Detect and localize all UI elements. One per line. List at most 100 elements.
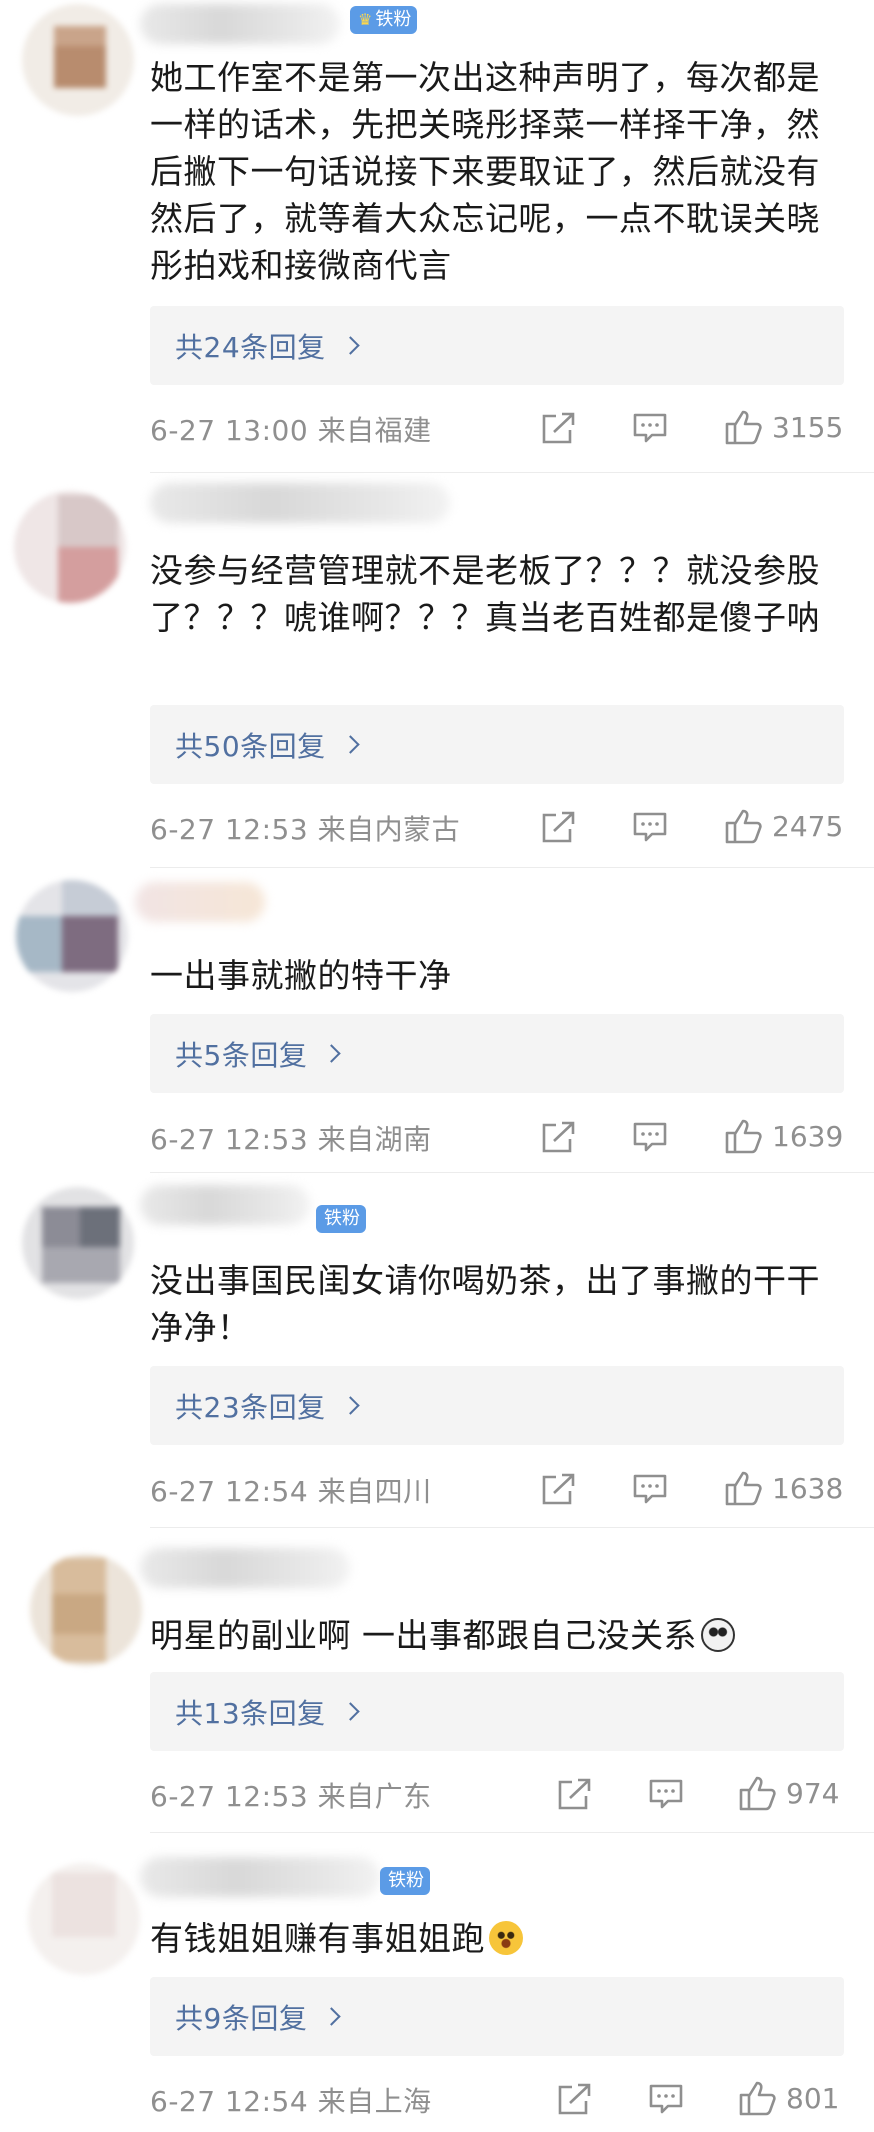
fan-badge: 铁粉 [316,1205,366,1233]
like-button[interactable]: 3155 [724,408,843,446]
view-replies-button[interactable]: 共50条回复 [150,705,844,784]
comment-text: 明星的副业啊 一出事都跟自己没关系 [150,1612,848,1659]
comment-date: 6-27 [150,813,216,846]
shocked-face-emoji [489,1921,523,1955]
share-button[interactable] [540,1472,576,1506]
username-blurred[interactable] [140,4,340,44]
view-replies-button[interactable]: 共13条回复 [150,1672,844,1751]
like-count: 801 [786,2081,840,2115]
reply-count-label: 共23条回复 [175,1390,326,1424]
comment-text: 一出事就撇的特干净 [150,956,452,995]
avatar[interactable] [22,1187,134,1299]
divider [150,1172,874,1173]
avatar[interactable] [30,1554,142,1666]
comment-location: 来自上海 [317,2085,432,2118]
chevron-right-icon [340,336,360,355]
crown-icon: ♛ [358,10,373,29]
username-blurred[interactable] [150,483,450,523]
avatar[interactable] [22,4,134,116]
comment-location: 来自广东 [317,1780,432,1813]
share-icon [558,1778,591,1810]
share-icon [542,412,575,444]
comment-icon [633,812,667,842]
fan-badge: 铁粉 [380,1867,430,1895]
like-button[interactable]: 1638 [724,1469,843,1507]
comment-text-content: 有钱姐姐赚有事姐姐跑 [150,1919,485,1958]
divider [150,472,874,473]
avatar[interactable] [28,1863,140,1975]
like-count: 1638 [772,1471,844,1505]
comment-button[interactable] [632,1473,668,1505]
view-replies-button[interactable]: 共9条回复 [150,1977,844,2056]
comment-date: 6-27 [150,1475,216,1508]
comment-time: 12:54 [224,2085,309,2118]
comment-time: 13:00 [224,414,309,447]
comment-text: 没出事国民闺女请你喝奶茶，出了事撇的干干净净！ [150,1261,820,1347]
username-blurred[interactable] [140,1185,310,1225]
comment-time: 12:53 [224,1123,309,1156]
comment-button[interactable] [632,811,668,843]
panda-face-emoji [701,1618,735,1652]
like-button[interactable]: 974 [738,1774,839,1812]
like-count: 1639 [772,1119,844,1153]
fan-badge-label: 铁粉 [324,1208,360,1229]
comment-item: 铁粉 有钱姐姐赚有事姐姐跑 共9条回复 6-27 12:54 来自上海 801 [0,1835,874,2132]
reply-count-label: 共13条回复 [175,1696,326,1730]
comment-meta: 6-27 12:53 来自广东 [150,1775,432,1815]
view-replies-button[interactable]: 共23条回复 [150,1366,844,1445]
thumbs-up-icon [725,1119,762,1154]
comment-item: 明星的副业啊 一出事都跟自己没关系 共13条回复 6-27 12:53 来自广东… [0,1530,874,1835]
comment-meta: 6-27 12:53 来自内蒙古 [150,808,460,848]
chevron-right-icon [340,1396,360,1415]
divider [150,1832,874,1833]
comment-button[interactable] [632,1121,668,1153]
comment-meta: 6-27 12:54 来自四川 [150,1470,432,1510]
comment-icon [633,1474,667,1504]
divider [150,1527,874,1528]
reply-count-label: 共9条回复 [175,2001,308,2035]
like-button[interactable]: 801 [738,2079,839,2117]
comment-time: 12:53 [224,813,309,846]
chevron-right-icon [322,1044,342,1063]
username-blurred[interactable] [135,882,265,922]
comment-location: 来自福建 [317,414,432,447]
like-button[interactable]: 2475 [724,807,843,845]
view-replies-button[interactable]: 共5条回复 [150,1014,844,1093]
username-blurred[interactable] [140,1857,380,1897]
comment-button[interactable] [632,412,668,444]
view-replies-button[interactable]: 共24条回复 [150,306,844,385]
thumbs-up-icon [725,1471,762,1506]
comment-item: 一出事就撇的特干净 共5条回复 6-27 12:53 来自湖南 1639 [0,870,874,1175]
comment-button[interactable] [648,1778,684,1810]
comment-text: 有钱姐姐赚有事姐姐跑 [150,1915,848,1962]
comment-icon [633,413,667,443]
reply-count-label: 共50条回复 [175,729,326,763]
share-icon [542,1473,575,1505]
comment-text-content: 明星的副业啊 一出事都跟自己没关系 [150,1616,697,1655]
reply-count-label: 共24条回复 [175,330,326,364]
chevron-right-icon [322,2007,342,2026]
like-count: 2475 [772,809,844,843]
share-icon [542,1121,575,1153]
comment-icon [649,2084,683,2114]
share-button[interactable] [556,2082,592,2116]
avatar[interactable] [16,880,128,992]
comment-date: 6-27 [150,1123,216,1156]
divider [150,867,874,868]
comment-button[interactable] [648,2083,684,2115]
comment-time: 12:53 [224,1780,309,1813]
share-button[interactable] [540,1120,576,1154]
comment-item: 没参与经营管理就不是老板了？？？就没参股了？？？唬谁啊？？？真当老百姓都是傻子呐… [0,475,874,870]
fan-badge: ♛ 铁粉 [350,6,418,34]
comment-text: 她工作室不是第一次出这种声明了，每次都是一样的话术，先把关晓彤择菜一样择干净，然… [150,58,820,285]
share-button[interactable] [556,1777,592,1811]
thumbs-up-icon [739,2081,776,2116]
avatar[interactable] [14,491,126,603]
like-count: 974 [786,1776,840,1810]
share-button[interactable] [540,810,576,844]
share-icon [542,811,575,843]
share-button[interactable] [540,411,576,445]
like-button[interactable]: 1639 [724,1117,843,1155]
comment-text: 没参与经营管理就不是老板了？？？就没参股了？？？唬谁啊？？？真当老百姓都是傻子呐 [150,551,820,637]
username-blurred[interactable] [140,1548,350,1588]
